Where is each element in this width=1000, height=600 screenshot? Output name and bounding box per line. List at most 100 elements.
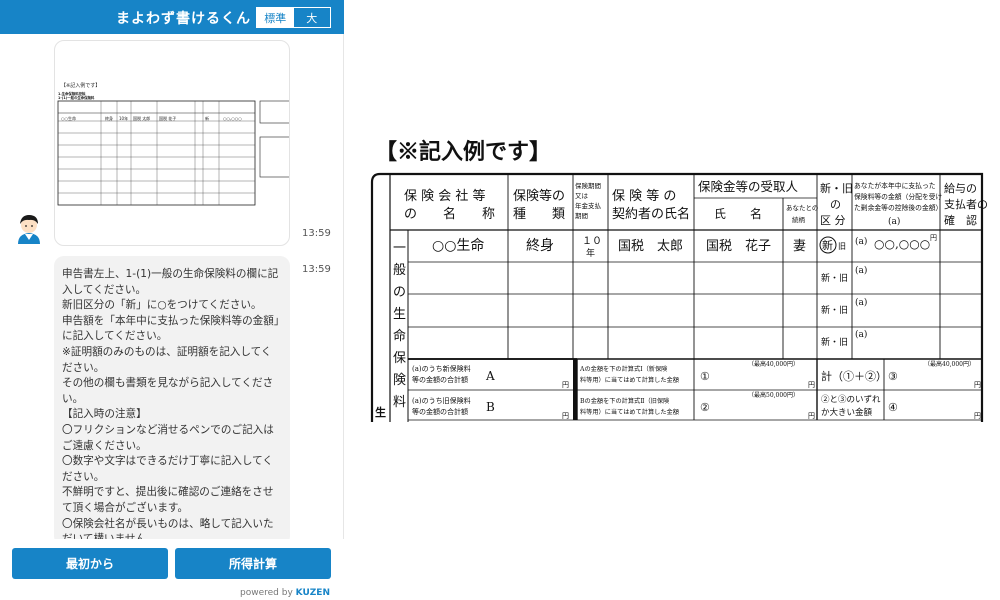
hdr-company-1: 保 険 会 社 等 <box>404 188 486 204</box>
svg-text:般: 般 <box>393 262 406 278</box>
svg-text:料: 料 <box>393 395 406 410</box>
sum-label: 計（①＋②） <box>821 369 887 383</box>
message-line: 申告額を「本年中に支払った保険料等の金額」に記入してください。 <box>62 314 280 343</box>
calc2-1: Bの金額を下の計算式Ⅱ（旧保険 <box>580 397 670 405</box>
thumb-sub2: 1-(1)一般の生命保険料 <box>58 95 95 100</box>
row1-type: 終身 <box>526 238 554 254</box>
larger-1: ②と③のいずれ <box>821 394 881 405</box>
restart-button[interactable]: 最初から <box>12 548 168 579</box>
document-title: 【※記入例です】 <box>375 139 552 165</box>
row1-amount-prefix: (a) <box>855 236 867 247</box>
svg-text:保: 保 <box>393 351 406 366</box>
hdr-confirm-1: 給与の <box>944 181 977 195</box>
row1-contractor: 国税 太郎 <box>618 239 683 254</box>
size-large-button[interactable]: 大 <box>294 8 331 27</box>
svg-text:の: の <box>393 285 406 300</box>
font-size-toggle[interactable]: 標準 大 <box>256 7 331 28</box>
hdr-newold-3: 区 分 <box>820 214 846 227</box>
thumb-company: ○○生命 <box>61 115 76 121</box>
bot-avatar-icon <box>18 215 40 244</box>
thumb-receiver: 国税 花子 <box>159 115 176 121</box>
example-form-image: 保 険 会 社 等 の 名 称 保険等の 種 類 保険期間 又は 年金支払 期間… <box>370 172 988 422</box>
row1-receiver: 国税 花子 <box>706 238 771 254</box>
max-3: （最高40,000円） <box>924 360 975 368</box>
message-line: 不鮮明ですと、提出後に確認のご連絡をさせて頂く場合がございます。 <box>62 486 274 514</box>
old-total-2: 等の金額の合計額 <box>412 407 468 416</box>
chat-log[interactable]: 【※記入例です】 1.生命保険料控除 1-(1)一般の生命保険料 ○○生命 終身 <box>0 34 344 539</box>
circle-1: ① <box>700 370 710 383</box>
side-label: 一 般 の 生 命 保 険 料 <box>393 241 406 410</box>
chat-footer: 最初から 所得計算 powered by KUZEN <box>0 539 344 600</box>
message-line: 〇数字や文字はできるだけ丁寧に記入してください。 <box>62 455 274 483</box>
yen-b: 円 <box>562 412 569 420</box>
example-image-bubble[interactable]: 【※記入例です】 1.生命保険料控除 1-(1)一般の生命保険料 ○○生命 終身 <box>54 40 290 246</box>
yen-a: 円 <box>562 381 569 389</box>
svg-text:命: 命 <box>393 328 406 344</box>
row1-yen: 円 <box>930 234 937 242</box>
row1-company: ○○生命 <box>432 237 484 254</box>
yen-1: 円 <box>808 381 815 389</box>
row1-new: 新 <box>822 238 833 252</box>
thumb-amount: ○○,○○○ <box>223 116 242 121</box>
svg-text:生: 生 <box>393 307 406 322</box>
image-timestamp: 13:59 <box>302 228 331 239</box>
hdr-amount-3: た剰余金等の控除後の金額） <box>854 203 942 212</box>
powered-by[interactable]: powered by KUZEN <box>240 588 330 598</box>
message-line: 〇フリクションなど消せるペンでのご記入はご遠慮ください。 <box>62 423 274 452</box>
message-line: その他の欄も書類を見ながら記入してください。 <box>62 377 274 405</box>
hdr-confirm-3: 確 認 <box>944 213 977 227</box>
hdr-company-2: の 名 称 <box>404 206 495 222</box>
calc2-2: 料等用）に当てはめて計算した金額 <box>580 408 679 416</box>
svg-text:又は: 又は <box>575 192 589 200</box>
row4-amount: (a) <box>855 329 867 340</box>
hdr-period: 保険期間 <box>575 181 601 190</box>
hdr-contractor-2: 契約者の氏名 <box>612 206 690 222</box>
instruction-message: 申告書左上、1-(1)一般の生命保険料の欄に記入してください。 新旧区分の「新」… <box>54 256 290 539</box>
app-title: まよわず書けるくん <box>116 11 251 27</box>
message-line: 申告書左上、1-(1)一般の生命保険料の欄に記入してください。 <box>62 268 279 296</box>
new-total-2: 等の金額の合計額 <box>412 375 468 384</box>
size-standard-button[interactable]: 標準 <box>257 8 294 27</box>
row2-newold: 新・旧 <box>821 272 848 284</box>
row3-amount: (a) <box>855 297 867 308</box>
max-1: （最高40,000円） <box>748 360 799 368</box>
message-line: 〇保険会社名が長いものは、略して記入いただいて構いません。 <box>62 517 274 540</box>
row3-newold: 新・旧 <box>821 304 848 316</box>
app-header: まよわず書けるくん 標準 大 <box>0 0 344 34</box>
row1-old: 旧 <box>838 242 846 251</box>
hdr-receiver-name: 氏 名 <box>714 206 762 221</box>
hdr-newold-1: 新・旧 <box>820 181 853 195</box>
max-2: （最高50,000円） <box>748 391 799 399</box>
letter-a: A <box>485 369 495 383</box>
chat-panel: まよわず書けるくん 標準 大 【※記入例です】 1.生命保険料控除 1-(1)一… <box>0 0 344 600</box>
message-line: 新旧区分の「新」に○をつけてください。 <box>62 299 262 312</box>
svg-text:一: 一 <box>393 241 406 256</box>
hdr-type-1: 保険等の <box>513 188 565 204</box>
row1-relation: 妻 <box>793 239 806 254</box>
message-timestamp: 13:59 <box>302 264 331 275</box>
example-form-thumbnail: 【※記入例です】 1.生命保険料控除 1-(1)一般の生命保険料 ○○生命 終身 <box>57 82 289 206</box>
hdr-amount-1: あなたが本年中に支払った <box>854 181 936 190</box>
svg-text:険: 険 <box>393 373 406 388</box>
calc1-1: Aの金額を下の計算式Ⅰ（新保険 <box>579 365 668 373</box>
hdr-amount-2: 保険料等の金額（分配を受け <box>854 192 943 201</box>
row4-newold: 新・旧 <box>821 336 848 348</box>
message-line: ※証明額のみのものは、証明額を記入してください。 <box>62 345 272 374</box>
row1-amount: ○○,○○○ <box>874 237 930 251</box>
hdr-relation: あなたとの <box>786 204 818 212</box>
svg-text:続柄: 続柄 <box>792 215 806 224</box>
hdr-newold-2: の <box>830 198 841 211</box>
circle-3: ③ <box>888 370 898 383</box>
old-total-1: (a)のうち旧保険料 <box>412 396 471 405</box>
yen-4: 円 <box>974 412 981 420</box>
row1-period-unit: 年 <box>586 247 595 259</box>
income-calc-button[interactable]: 所得計算 <box>175 548 331 579</box>
hdr-type-2: 種 類 <box>513 206 565 222</box>
svg-text:年金支払: 年金支払 <box>575 201 602 210</box>
yen-3: 円 <box>974 381 981 389</box>
row2-amount: (a) <box>855 265 867 276</box>
yen-2: 円 <box>808 412 815 420</box>
message-line: 【記入時の注意】 <box>62 408 147 421</box>
kuzen-logo: KUZEN <box>295 588 330 598</box>
hdr-contractor-1: 保 険 等 の <box>612 188 676 204</box>
